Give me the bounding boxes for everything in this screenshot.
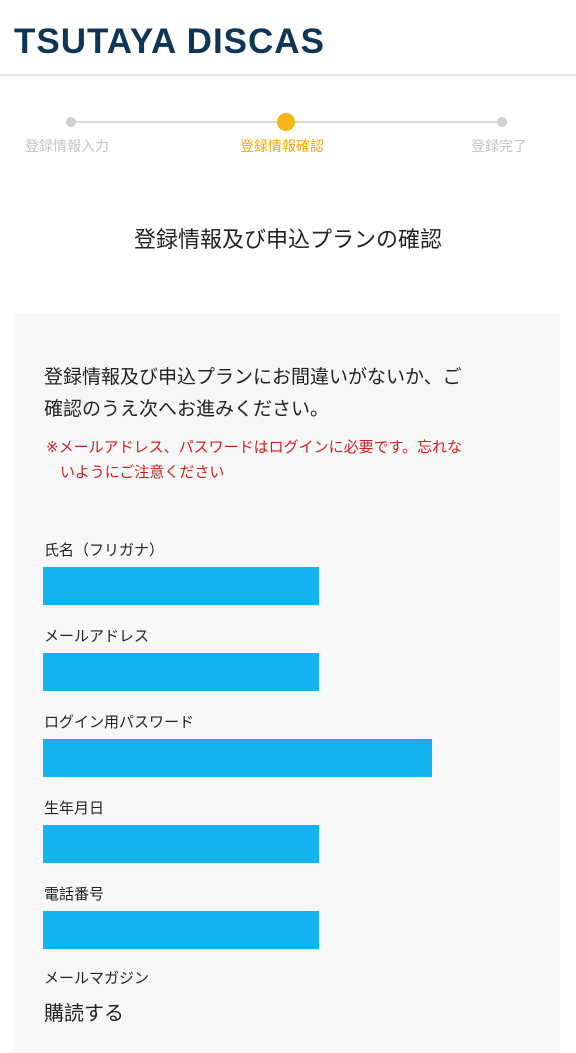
page-title: 登録情報及び申込プランの確認: [133, 228, 442, 253]
login-warning: ※メールアドレス、パスワードはログインに必要です。忘れな いようにご注意ください: [46, 435, 536, 485]
field-label-birthdate: 生年月日: [44, 799, 105, 817]
intro-text: 登録情報及び申込プランにお間違いがないか、ご 確認のうえ次へお進みください。: [44, 361, 532, 425]
step-dot-3: [497, 117, 507, 127]
field-label-email: メールアドレス: [44, 627, 150, 645]
confirmation-panel: 登録情報及び申込プランにお間違いがないか、ご 確認のうえ次へお進みください。 ※…: [14, 313, 560, 1053]
field-label-name-kana: 氏名（フリガナ）: [44, 541, 165, 559]
field-value-password: [43, 739, 432, 777]
warning-line-1: ※メールアドレス、パスワードはログインに必要です。忘れな: [46, 438, 463, 456]
site-header: TSUTAYA DISCAS: [0, 0, 576, 76]
intro-line-2: 確認のうえ次へお進みください。: [44, 398, 330, 420]
progress-steps: 登録情報入力 登録情報確認 登録完了: [0, 108, 576, 158]
field-value-email: [43, 653, 319, 691]
step-dot-2-active: [277, 113, 295, 131]
step-label-input: 登録情報入力: [25, 139, 109, 155]
step-dot-1: [66, 117, 76, 127]
warning-line-2: いようにご注意ください: [60, 463, 225, 481]
field-value-phone: [43, 911, 319, 949]
field-label-phone: 電話番号: [44, 885, 105, 903]
tsutaya-discas-logo[interactable]: TSUTAYA DISCAS: [14, 22, 325, 62]
step-label-complete: 登録完了: [471, 139, 527, 155]
step-label-confirm: 登録情報確認: [240, 139, 324, 155]
field-value-birthdate: [43, 825, 319, 863]
intro-line-1: 登録情報及び申込プランにお間違いがないか、ご: [44, 366, 462, 388]
field-label-password: ログイン用パスワード: [44, 713, 195, 731]
field-label-newsletter: メールマガジン: [44, 969, 150, 987]
field-value-name-kana: [43, 567, 319, 605]
field-value-newsletter: 購読する: [44, 1001, 124, 1025]
